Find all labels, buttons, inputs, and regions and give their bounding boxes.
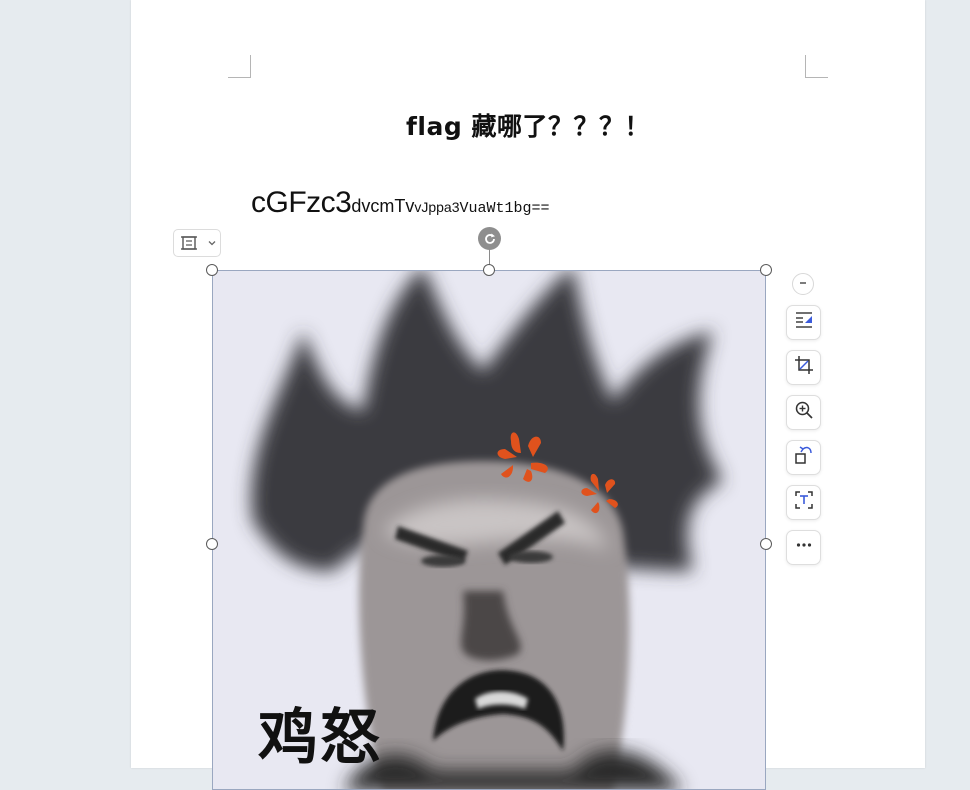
resize-handle-top[interactable] [483,264,495,276]
replace-image-button[interactable] [786,440,821,475]
text-wrap-button[interactable] [786,305,821,340]
resize-handle-left[interactable] [206,538,218,550]
crop-icon [794,355,814,380]
margin-corner-top-right [805,55,828,78]
selected-image[interactable]: 鸡怒 [212,270,766,790]
document-title[interactable]: flag 藏哪了？？？！ [131,107,925,143]
resize-handle-top-right[interactable] [760,264,772,276]
encoded-text-part-3: vJppa3 [414,199,460,215]
extract-text-button[interactable] [786,485,821,520]
chevron-down-icon[interactable] [204,230,220,256]
more-button[interactable] [786,530,821,565]
zoom-in-button[interactable] [786,395,821,430]
zoom-in-icon [794,400,814,425]
image-caption: 鸡怒 [258,703,382,773]
more-icon [794,535,814,560]
margin-corner-top-left [228,55,251,78]
encoded-text-line[interactable]: cGFzc3dvcmTvvJppa3VuaWt1bg== [251,186,550,220]
resize-handle-right[interactable] [760,538,772,550]
rotate-icon[interactable] [478,227,501,250]
encoded-text-part-1: cGFzc3 [251,186,352,219]
layout-options-button[interactable] [173,229,221,257]
text-wrap-icon [794,310,814,335]
crop-button[interactable] [786,350,821,385]
replace-image-icon [794,445,814,470]
encoded-text-part-2: dvcmTv [351,196,415,216]
layout-options-icon [174,230,204,256]
minus-icon [798,275,808,293]
extract-text-icon [794,490,814,515]
resize-handle-top-left[interactable] [206,264,218,276]
encoded-text-part-4: VuaWt1bg== [459,200,550,217]
collapse-toolbar-button[interactable] [792,273,814,295]
